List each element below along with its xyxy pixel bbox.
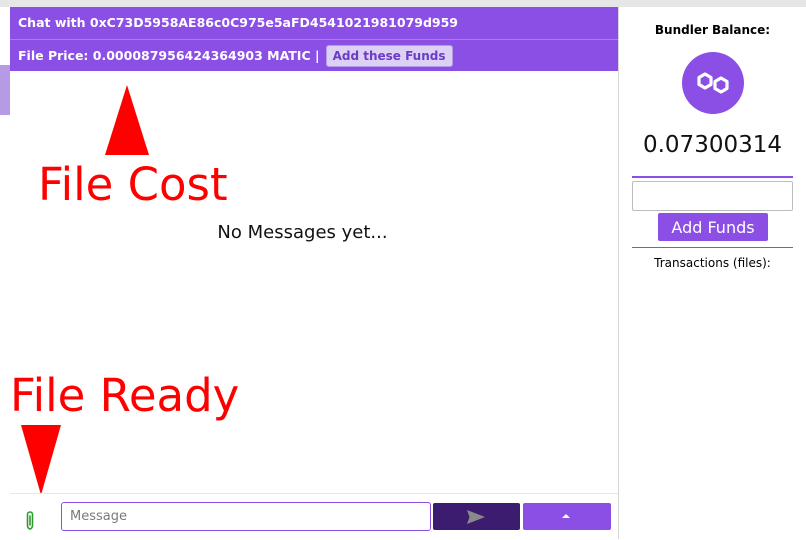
left-edge bbox=[0, 7, 10, 539]
chat-title: Chat with 0xC73D5958AE86c0C975e5aFD45410… bbox=[10, 7, 618, 39]
message-input-bar bbox=[10, 493, 618, 540]
send-icon bbox=[467, 510, 485, 524]
sidebar-divider-bottom bbox=[632, 247, 793, 248]
empty-messages-text: No Messages yet... bbox=[217, 222, 388, 243]
left-edge-tab[interactable] bbox=[0, 65, 10, 115]
bundler-sidebar: Bundler Balance: 0.07300314 Add Funds Tr… bbox=[619, 7, 806, 539]
sidebar-divider-top bbox=[632, 176, 793, 178]
expand-button[interactable] bbox=[523, 503, 611, 530]
annotation-file-ready: File Ready bbox=[10, 369, 240, 422]
annotation-arrow-up bbox=[105, 85, 149, 155]
caret-up-icon bbox=[562, 514, 570, 518]
add-funds-button[interactable]: Add Funds bbox=[658, 213, 768, 241]
file-price-bar: File Price: 0.000087956424364903 MATIC |… bbox=[10, 40, 618, 71]
send-button[interactable] bbox=[433, 503, 520, 530]
annotation-file-cost: File Cost bbox=[38, 158, 228, 211]
bundler-balance-title: Bundler Balance: bbox=[654, 23, 771, 37]
message-input[interactable] bbox=[61, 502, 431, 531]
chat-panel: Chat with 0xC73D5958AE86c0C975e5aFD45410… bbox=[10, 7, 618, 540]
add-these-funds-button[interactable]: Add these Funds bbox=[325, 44, 453, 67]
annotation-arrow-down bbox=[21, 425, 61, 495]
polygon-matic-icon bbox=[682, 52, 744, 114]
paperclip-icon[interactable] bbox=[23, 510, 37, 532]
window-top-strip bbox=[0, 0, 806, 7]
transactions-label: Transactions (files): bbox=[654, 256, 771, 270]
bundler-balance-value: 0.07300314 bbox=[642, 132, 782, 158]
fund-amount-input[interactable] bbox=[632, 181, 793, 211]
file-price-text: File Price: 0.000087956424364903 MATIC | bbox=[18, 48, 320, 63]
